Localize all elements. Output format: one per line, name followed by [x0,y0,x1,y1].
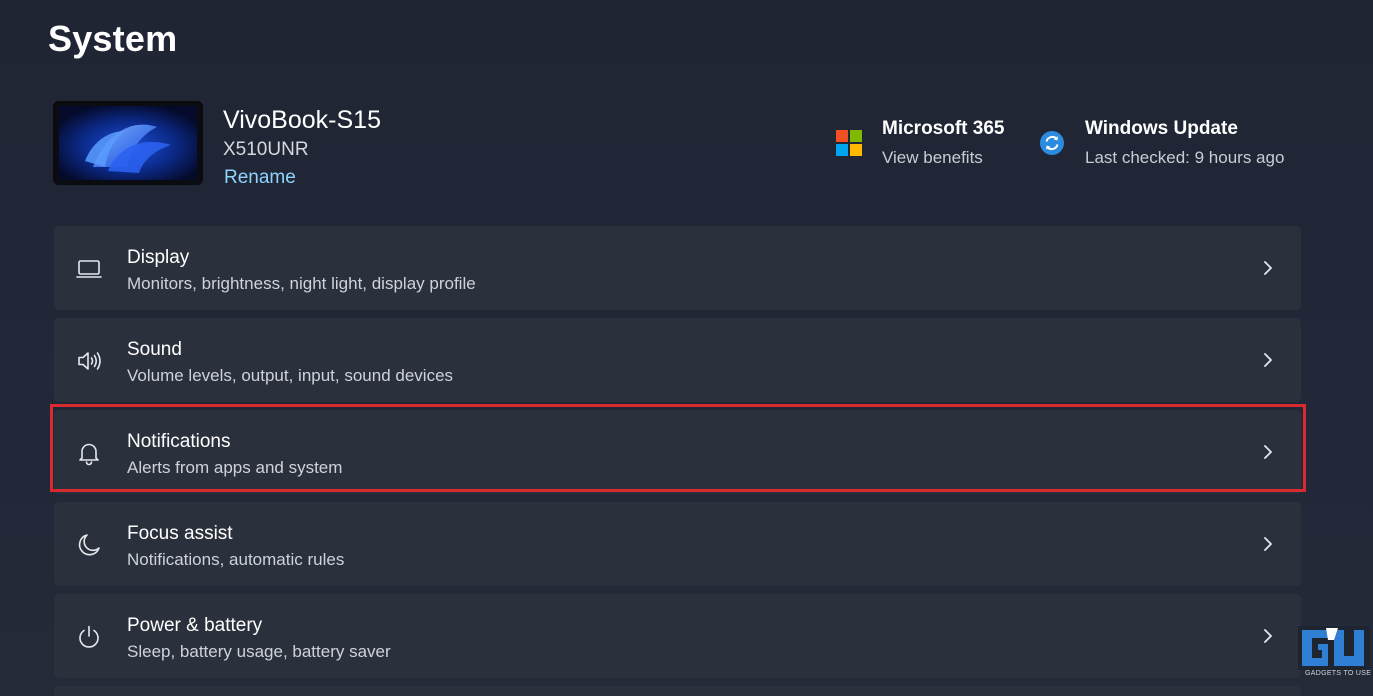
settings-item-next-partial[interactable] [54,686,1301,696]
settings-item-sound[interactable]: Sound Volume levels, output, input, soun… [54,318,1301,402]
settings-item-title: Notifications [127,431,231,452]
promo-title: Windows Update [1085,118,1238,139]
rename-link[interactable]: Rename [224,167,296,189]
microsoft-logo-icon [836,130,862,156]
settings-item-description: Monitors, brightness, night light, displ… [127,274,476,293]
promo-subtitle: Last checked: 9 hours ago [1085,148,1285,167]
chevron-right-icon [1264,261,1272,275]
settings-item-focus-assist[interactable]: Focus assist Notifications, automatic ru… [54,502,1301,586]
chevron-right-icon [1264,629,1272,643]
device-model: X510UNR [223,139,309,160]
chevron-right-icon [1264,353,1272,367]
settings-item-title: Display [127,247,190,268]
settings-item-description: Volume levels, output, input, sound devi… [127,366,454,385]
chevron-right-icon [1264,445,1272,459]
settings-item-title: Focus assist [127,523,233,544]
windows-update-icon [1040,131,1064,155]
settings-item-title: Sound [127,339,182,360]
device-wallpaper-thumbnail [53,101,203,185]
settings-item-display[interactable]: Display Monitors, brightness, night ligh… [54,226,1301,310]
laptop-display-icon [76,260,102,278]
bell-icon [79,443,99,466]
promo-subtitle: View benefits [882,148,983,167]
chevron-right-icon [1264,537,1272,551]
settings-item-notifications[interactable]: Notifications Alerts from apps and syste… [54,410,1301,494]
speaker-icon [78,352,101,370]
settings-item-description: Alerts from apps and system [127,458,343,477]
page-title: System [48,18,178,59]
device-name: VivoBook-S15 [223,106,381,134]
moon-icon [78,534,100,556]
settings-item-description: Sleep, battery usage, battery saver [127,642,391,661]
promo-title: Microsoft 365 [882,118,1005,139]
settings-item-title: Power & battery [127,615,263,636]
power-icon [79,625,99,648]
settings-item-description: Notifications, automatic rules [127,550,345,569]
settings-item-power-battery[interactable]: Power & battery Sleep, battery usage, ba… [54,594,1301,678]
watermark-text: GADGETS TO USE [1305,670,1372,677]
gadgets-to-use-logo-icon [1298,626,1370,670]
